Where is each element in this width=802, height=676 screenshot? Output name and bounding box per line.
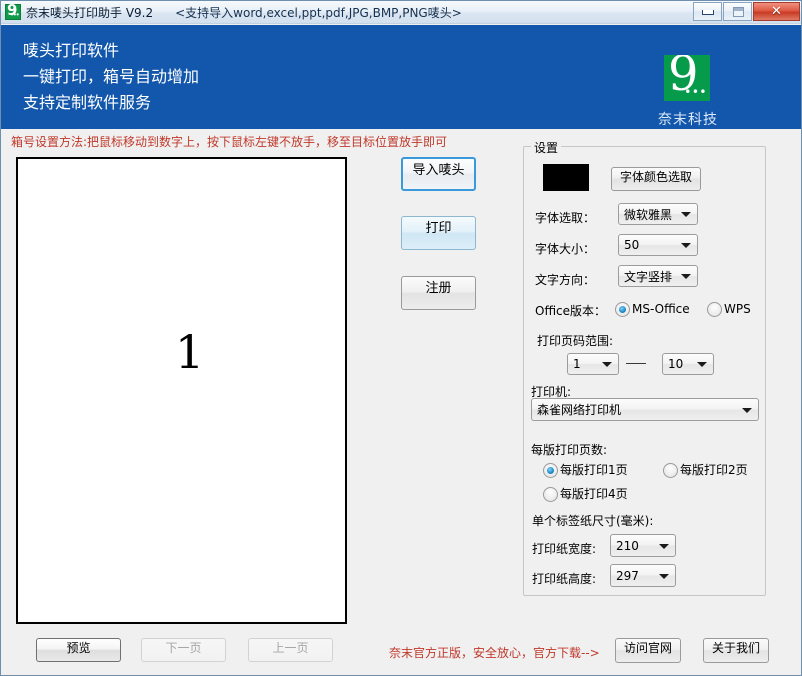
page-from-combo[interactable]: 1: [567, 353, 619, 375]
minimize-button[interactable]: [693, 2, 722, 21]
chevron-down-icon: [681, 212, 691, 217]
chevron-down-icon: [681, 243, 691, 248]
page-to-combo[interactable]: 10: [662, 353, 714, 375]
promo-banner: 唛头打印软件 一键打印，箱号自动增加 支持定制软件服务 9 ••• 奈末科技: [1, 25, 801, 129]
office-version-wps-radio[interactable]: WPS: [707, 302, 751, 317]
visit-website-button[interactable]: 访问官网: [615, 638, 681, 663]
preview-button[interactable]: 预览: [36, 638, 121, 662]
font-select-value: 微软雅黑: [624, 207, 673, 222]
about-us-button[interactable]: 关于我们: [703, 638, 769, 663]
chevron-down-icon: [659, 543, 669, 549]
paper-height-value: 297: [616, 568, 639, 583]
settings-group-title: 设置: [531, 139, 562, 156]
chevron-down-icon: [681, 274, 691, 279]
chevron-down-icon: [742, 407, 752, 413]
page-from-value: 1: [573, 357, 581, 371]
text-direction-label: 文字方向：: [535, 273, 596, 287]
pages-per-sheet-4-radio[interactable]: 每版打印4页: [543, 487, 628, 502]
register-button[interactable]: 注册: [401, 276, 476, 310]
close-icon: ✕: [771, 4, 782, 19]
title-bar: 9 ••• 奈末唛头打印助手 V9.2 <支持导入word,excel,ppt,…: [1, 1, 801, 24]
brand-logo-dots-glyph: •••: [684, 85, 707, 99]
paper-height-label: 打印纸高度:: [532, 572, 597, 586]
font-size-label: 字体大小：: [535, 242, 596, 256]
app-logo-icon: 9 •••: [5, 2, 21, 20]
text-direction-value: 文字竖排: [624, 269, 673, 284]
paper-width-combo[interactable]: 210: [610, 534, 676, 557]
printer-value: 森雀网络打印机: [537, 403, 622, 417]
font-size-value: 50: [624, 238, 640, 252]
next-page-button[interactable]: 下一页: [141, 638, 226, 662]
font-color-picker-button[interactable]: 字体颜色选取: [611, 167, 701, 191]
window-controls: ✕: [692, 2, 800, 21]
banner-line-3: 支持定制软件服务: [23, 93, 152, 112]
office-version-label: Office版本：: [535, 304, 607, 318]
print-button[interactable]: 打印: [401, 216, 476, 250]
page-to-value: 10: [668, 357, 684, 371]
brand-logo-caption: 奈末科技: [658, 112, 718, 128]
text-direction-combo[interactable]: 文字竖排: [618, 265, 698, 287]
drag-hint-text: 箱号设置方法:把鼠标移动到数字上，按下鼠标左键不放手，移至目标位置放手即可: [11, 135, 448, 149]
window-title: 奈末唛头打印助手 V9.2: [26, 5, 154, 20]
maximize-icon: [733, 7, 744, 17]
window-subtitle: <支持导入word,excel,ppt,pdf,JPG,BMP,PNG唛头>: [175, 5, 462, 20]
banner-line-1: 唛头打印软件: [23, 41, 120, 60]
import-mark-button[interactable]: 导入唛头: [401, 157, 476, 191]
paper-height-combo[interactable]: 297: [610, 564, 676, 587]
minimize-icon: [702, 10, 714, 15]
pages-per-sheet-2-radio[interactable]: 每版打印2页: [663, 463, 748, 478]
chevron-down-icon: [602, 362, 612, 367]
office-version-ms-radio[interactable]: MS-Office: [615, 302, 690, 317]
font-color-swatch[interactable]: [543, 164, 589, 191]
label-size-label: 单个标签纸尺寸(毫米):: [532, 514, 654, 528]
page-range-separator: [626, 363, 646, 364]
pages-per-sheet-1-radio[interactable]: 每版打印1页: [543, 463, 628, 478]
box-number-draggable[interactable]: 1: [175, 329, 204, 375]
printer-combo[interactable]: 森雀网络打印机: [531, 398, 759, 421]
promo-footer-text: 奈末官方正版，安全放心，官方下载-->: [389, 646, 600, 660]
paper-width-label: 打印纸宽度:: [532, 542, 597, 556]
paper-width-value: 210: [616, 538, 639, 553]
maximize-button[interactable]: [723, 2, 752, 21]
banner-line-2: 一键打印，箱号自动增加: [23, 67, 200, 86]
pages-per-sheet-label: 每版打印页数:: [531, 443, 608, 457]
app-window: 9 ••• 奈末唛头打印助手 V9.2 <支持导入word,excel,ppt,…: [0, 0, 802, 676]
chevron-down-icon: [697, 362, 707, 367]
close-button[interactable]: ✕: [753, 2, 800, 21]
label-preview-canvas[interactable]: 1: [16, 157, 347, 624]
chevron-down-icon: [659, 573, 669, 579]
brand-logo-icon: 9 •••: [664, 55, 710, 101]
prev-page-button[interactable]: 上一页: [248, 638, 333, 662]
font-select-label: 字体选取：: [535, 211, 596, 225]
banner-text-block: 唛头打印软件 一键打印，箱号自动增加 支持定制软件服务: [23, 38, 199, 116]
app-logo-dots-glyph: •••: [10, 10, 19, 19]
font-select-combo[interactable]: 微软雅黑: [618, 203, 698, 225]
page-range-label: 打印页码范围:: [537, 334, 614, 348]
font-size-combo[interactable]: 50: [618, 234, 698, 256]
